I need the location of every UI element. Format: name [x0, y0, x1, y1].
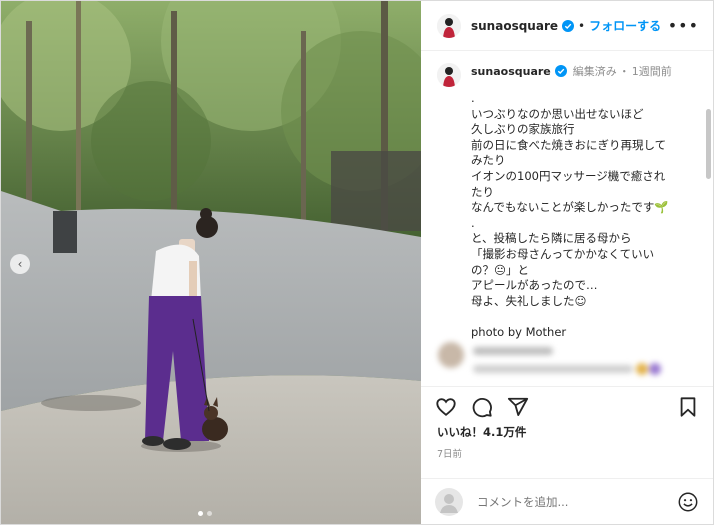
- carousel-dot: [207, 511, 212, 516]
- avatar[interactable]: [437, 63, 461, 87]
- avatar-image: [437, 13, 461, 38]
- username[interactable]: sunaosquare: [471, 19, 558, 33]
- comment-composer: [421, 478, 713, 524]
- separator-dot: •: [578, 18, 586, 33]
- instagram-post: ‹ sunaosquare • フォローする ••• sunaosquare 編…: [0, 0, 714, 525]
- post-time[interactable]: 1週間前: [632, 63, 672, 79]
- user-avatar: [435, 487, 463, 516]
- comment-input[interactable]: [475, 493, 669, 510]
- post-caption: . いつぶりなのか思い出せないほど 久しぶりの家族旅行 前の日に食べた焼きおにぎ…: [471, 91, 669, 339]
- avatar-image: [437, 63, 461, 87]
- verified-badge-icon: [554, 65, 567, 77]
- action-bar: [421, 386, 713, 426]
- meta-separator: ・: [618, 65, 630, 78]
- like-count[interactable]: いいね！4.1万件: [421, 424, 713, 440]
- blurred-comment: [437, 341, 697, 386]
- post-photo[interactable]: ‹: [1, 1, 421, 524]
- comments-area: sunaosquare 編集済み ・ 1週間前 . いつぶりなのか思い出せないほ…: [421, 51, 713, 386]
- avatar[interactable]: [437, 13, 461, 38]
- carousel-indicator: [198, 511, 212, 516]
- bookmark-icon[interactable]: [677, 396, 699, 418]
- scrollbar[interactable]: [706, 109, 711, 179]
- post-sidebar: sunaosquare • フォローする ••• sunaosquare 編集済…: [421, 1, 713, 524]
- smiley-icon[interactable]: [677, 491, 699, 513]
- share-icon[interactable]: [507, 396, 529, 418]
- photo-scene: [1, 1, 421, 524]
- caption-meta: sunaosquare 編集済み ・ 1週間前: [471, 63, 672, 79]
- verified-badge-icon: [562, 19, 574, 32]
- carousel-dot: [198, 511, 203, 516]
- post-date[interactable]: 7日前: [421, 440, 713, 460]
- edited-label: 編集済み: [572, 65, 617, 78]
- heart-icon[interactable]: [435, 396, 457, 418]
- post-header: sunaosquare • フォローする •••: [421, 1, 713, 51]
- comment-icon[interactable]: [471, 396, 493, 418]
- caption-username[interactable]: sunaosquare: [471, 65, 551, 78]
- follow-button[interactable]: フォローする: [589, 17, 661, 34]
- chevron-left-icon[interactable]: ‹: [10, 254, 30, 274]
- more-options-icon[interactable]: •••: [668, 16, 699, 35]
- caption-header: sunaosquare 編集済み ・ 1週間前: [437, 63, 699, 87]
